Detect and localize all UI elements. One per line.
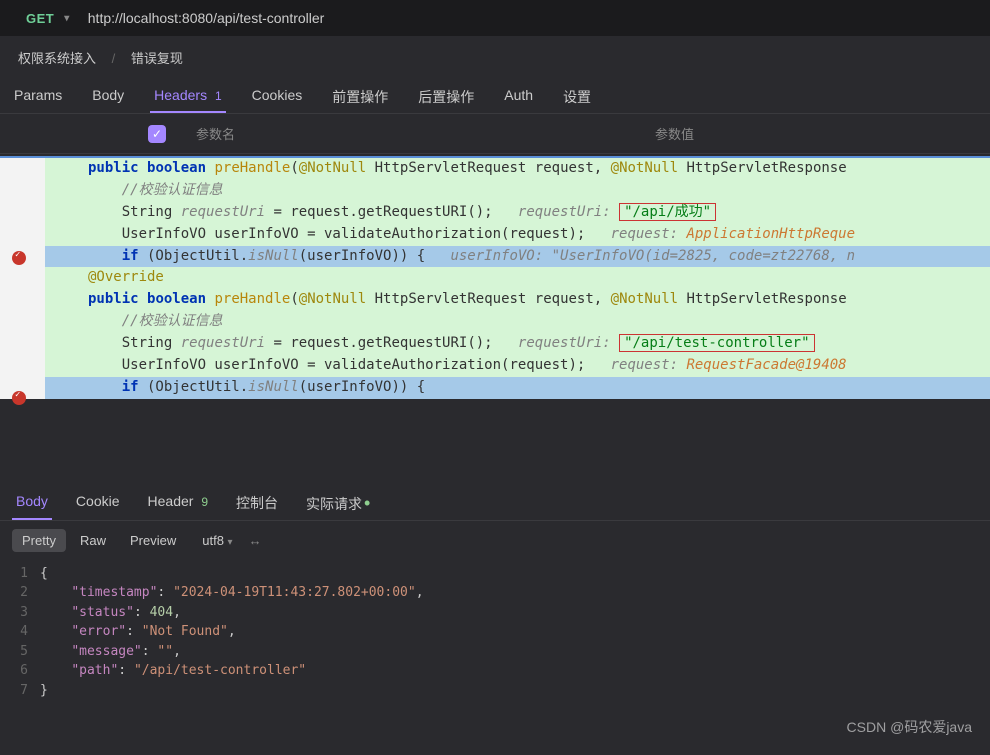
code-line: UserInfoVO userInfoVO = validateAuthoriz… [0,355,990,377]
tab-params[interactable]: Params [10,81,66,113]
encoding-label: utf8 [202,533,224,548]
response-area: Body Cookie Header 9 控制台 实际请求• Pretty Ra… [0,479,990,705]
chevron-down-icon: ▾ [228,537,233,548]
tab-headers-label: Headers [154,87,207,103]
url-bar: GET ▾ http://localhost:8080/api/test-con… [0,0,990,36]
breadcrumb-b[interactable]: 错误复现 [131,51,183,66]
line-number: 5 [0,642,40,662]
url-input[interactable]: http://localhost:8080/api/test-controlle… [88,10,325,26]
response-view-bar: Pretty Raw Preview utf8 ▾ ↔ [0,521,990,560]
code-gutter [0,158,45,399]
chevron-down-icon: ▾ [64,13,70,24]
http-method-selector[interactable]: GET ▾ [14,11,70,26]
response-json: 1{ 2 "timestamp": "2024-04-19T11:43:27.8… [0,560,990,705]
code-overlay: public boolean preHandle(@NotNull HttpSe… [0,156,990,399]
line-number: 7 [0,681,40,701]
params-header-row: ✓ 参数名 参数值 [0,114,990,154]
code-line: public boolean preHandle(@NotNull HttpSe… [0,158,990,180]
line-number: 1 [0,564,40,584]
code-line-current: if (ObjectUtil.isNull(userInfoVO)) { use… [0,246,990,268]
tab-cookies[interactable]: Cookies [248,81,307,113]
tab-post[interactable]: 后置操作 [414,81,478,113]
col-param-value: 参数值 [655,124,694,143]
resp-tab-console[interactable]: 控制台 [232,487,282,520]
line-number: 2 [0,583,40,603]
line-number: 6 [0,661,40,681]
resp-tab-header-label: Header [148,493,194,509]
tab-auth[interactable]: Auth [500,81,537,113]
response-tabs: Body Cookie Header 9 控制台 实际请求• [0,479,990,521]
resp-tab-cookie[interactable]: Cookie [72,487,124,520]
code-line: String requestUri = request.getRequestUR… [0,333,990,355]
resp-tab-body[interactable]: Body [12,487,52,520]
col-param-name: 参数名 [196,124,235,143]
watermark: CSDN @码农爱java [847,717,972,737]
tab-pre[interactable]: 前置操作 [328,81,392,113]
tab-headers[interactable]: Headers 1 [150,81,226,113]
code-line: public boolean preHandle(@NotNull HttpSe… [0,289,990,311]
line-number: 3 [0,603,40,623]
code-line: String requestUri = request.getRequestUR… [0,202,990,224]
resp-tab-actual-label: 实际请求 [306,496,362,512]
resp-tab-header[interactable]: Header 9 [144,487,213,520]
http-method: GET [26,11,54,26]
breadcrumb-sep: / [112,51,116,66]
dot-icon: • [364,493,370,513]
breakpoint-icon[interactable] [12,391,26,405]
code-line: @Override [0,267,990,289]
headers-badge: 1 [215,89,222,103]
code-line-current: if (ObjectUtil.isNull(userInfoVO)) { [0,377,990,399]
resp-tab-actual[interactable]: 实际请求• [302,487,374,520]
line-number: 4 [0,622,40,642]
view-pretty[interactable]: Pretty [12,529,66,552]
code-line: //校验认证信息 [0,180,990,202]
breadcrumb: 权限系统接入 / 错误复现 [0,36,990,73]
view-raw[interactable]: Raw [70,529,116,552]
breakpoint-icon[interactable] [12,251,26,265]
tab-body[interactable]: Body [88,81,128,113]
code-line: //校验认证信息 [0,311,990,333]
view-preview[interactable]: Preview [120,529,186,552]
wrap-icon[interactable]: ↔ [249,533,262,548]
tab-settings[interactable]: 设置 [559,81,595,113]
request-tabs: Params Body Headers 1 Cookies 前置操作 后置操作 … [0,73,990,114]
encoding-selector[interactable]: utf8 ▾ [202,533,232,548]
breadcrumb-a[interactable]: 权限系统接入 [18,51,96,66]
select-all-checkbox[interactable]: ✓ [148,125,166,143]
code-line: UserInfoVO userInfoVO = validateAuthoriz… [0,224,990,246]
resp-header-badge: 9 [201,495,208,509]
